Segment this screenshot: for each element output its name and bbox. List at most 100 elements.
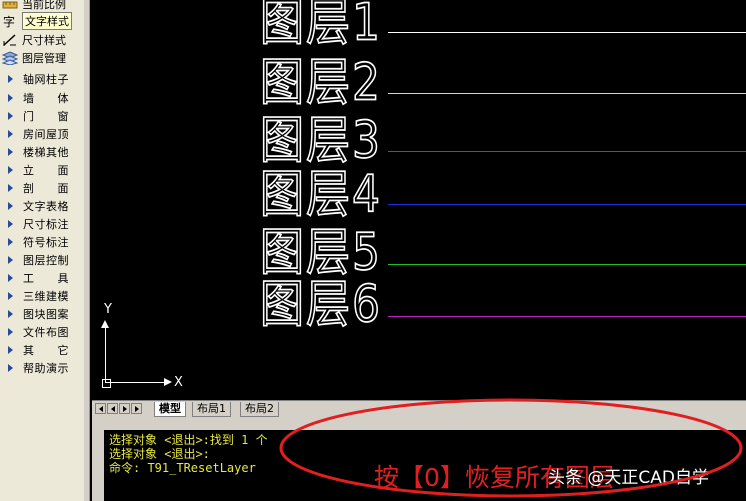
palette-item-label: 图层管理 bbox=[22, 52, 66, 65]
svg-text:字: 字 bbox=[3, 14, 15, 28]
menu-door-window[interactable]: 门 窗 bbox=[0, 107, 89, 125]
menu-room-roof[interactable]: 房间屋顶 bbox=[0, 125, 89, 143]
expand-triangle-icon bbox=[8, 75, 13, 83]
ucs-x-axis bbox=[105, 382, 165, 383]
menu-help-demo[interactable]: 帮助演示 bbox=[0, 359, 89, 377]
dimension-style-icon bbox=[2, 33, 18, 47]
menu-axis-column[interactable]: 轴网柱子 bbox=[0, 70, 89, 88]
menu-layer-control[interactable]: 图层控制 bbox=[0, 251, 89, 269]
tab-layout1[interactable]: 布局1 bbox=[192, 402, 231, 417]
menu-elevation[interactable]: 立 面 bbox=[0, 161, 89, 179]
menu-label: 三维建模 bbox=[23, 290, 69, 303]
command-history-line: 选择对象 <退出>: bbox=[109, 447, 210, 461]
menu-other[interactable]: 其 它 bbox=[0, 341, 89, 359]
menu-label: 工 具 bbox=[23, 272, 69, 285]
palette-item-dimension-style[interactable]: 尺寸样式 bbox=[0, 31, 89, 49]
tab-first-button[interactable] bbox=[95, 403, 106, 414]
menu-tools[interactable]: 工 具 bbox=[0, 269, 89, 287]
layer-line-2 bbox=[388, 93, 746, 94]
menu-label: 剖 面 bbox=[23, 182, 69, 195]
menu-text-table[interactable]: 文字表格 bbox=[0, 197, 89, 215]
expand-triangle-icon bbox=[8, 346, 13, 354]
expand-triangle-icon bbox=[8, 310, 13, 318]
menu-label: 文字表格 bbox=[23, 200, 69, 213]
layout-tab-bar: 模型 布局1 布局2 bbox=[92, 400, 746, 417]
menu-stairs-other[interactable]: 楼梯其他 bbox=[0, 143, 89, 161]
menu-3d-model[interactable]: 三维建模 bbox=[0, 287, 89, 305]
layer-line-1 bbox=[388, 32, 746, 33]
expand-triangle-icon bbox=[8, 238, 13, 246]
palette-item-label: 尺寸样式 bbox=[22, 34, 66, 47]
expand-triangle-icon bbox=[8, 274, 13, 282]
layer-text-1: 图层1 bbox=[259, 0, 382, 53]
menu-label: 其 它 bbox=[23, 344, 69, 357]
menu-dimension[interactable]: 尺寸标注 bbox=[0, 215, 89, 233]
menu-section[interactable]: 剖 面 bbox=[0, 179, 89, 197]
menu-label: 轴网柱子 bbox=[23, 73, 69, 86]
layer-text-2: 图层2 bbox=[259, 53, 382, 113]
layer-line-4 bbox=[388, 204, 746, 205]
palette-item-label: 当前比例 bbox=[22, 0, 66, 11]
menu-label: 文件布图 bbox=[23, 326, 69, 339]
layer-line-5 bbox=[388, 264, 746, 265]
expand-triangle-icon bbox=[8, 94, 13, 102]
palette-scrollbar[interactable] bbox=[84, 0, 89, 501]
menu-label: 帮助演示 bbox=[23, 362, 69, 375]
menu-label: 立 面 bbox=[23, 164, 69, 177]
expand-triangle-icon bbox=[8, 148, 13, 156]
expand-triangle-icon bbox=[8, 364, 13, 372]
menu-file-layout[interactable]: 文件布图 bbox=[0, 323, 89, 341]
tab-model[interactable]: 模型 bbox=[154, 402, 186, 417]
expand-triangle-icon bbox=[8, 184, 13, 192]
ucs-x-arrow-icon bbox=[164, 378, 172, 386]
menu-label: 图块图案 bbox=[23, 308, 69, 321]
palette-item-text-style[interactable]: 字 文字样式 bbox=[0, 12, 89, 30]
expand-triangle-icon bbox=[8, 166, 13, 174]
tab-last-button[interactable] bbox=[131, 403, 142, 414]
expand-triangle-icon bbox=[8, 292, 13, 300]
command-history-line: 选择对象 <退出>:找到 1 个 bbox=[109, 433, 268, 447]
layer-line-3 bbox=[388, 151, 746, 152]
text-style-icon: 字 bbox=[2, 14, 18, 29]
layer-text-6: 图层6 bbox=[259, 275, 382, 335]
watermark: 头条 @天正CAD自学 bbox=[548, 468, 709, 488]
layers-icon bbox=[1, 51, 19, 66]
palette-item-label: 文字样式 bbox=[22, 12, 72, 30]
expand-triangle-icon bbox=[8, 256, 13, 264]
drawing-canvas[interactable]: 图层1 图层2 图层3 图层4 图层5 图层6 Y X bbox=[92, 0, 746, 400]
command-prompt-line: 命令: T91_TResetLayer bbox=[109, 461, 256, 475]
tab-next-button[interactable] bbox=[119, 403, 130, 414]
command-area: 选择对象 <退出>:找到 1 个 选择对象 <退出>: 命令: T91_TRes… bbox=[92, 417, 746, 501]
ucs-y-arrow-icon bbox=[101, 320, 109, 328]
menu-label: 房间屋顶 bbox=[23, 128, 69, 141]
menu-wall[interactable]: 墙 体 bbox=[0, 89, 89, 107]
menu-symbol[interactable]: 符号标注 bbox=[0, 233, 89, 251]
expand-triangle-icon bbox=[8, 112, 13, 120]
arrow-last-icon bbox=[135, 406, 139, 412]
ucs-x-label: X bbox=[174, 375, 183, 390]
menu-label: 尺寸标注 bbox=[23, 218, 69, 231]
arrow-right-icon bbox=[123, 406, 127, 412]
menu-label: 图层控制 bbox=[23, 254, 69, 267]
menu-label: 门 窗 bbox=[23, 110, 69, 123]
menu-label: 楼梯其他 bbox=[23, 146, 69, 159]
expand-triangle-icon bbox=[8, 328, 13, 336]
layer-text-3: 图层3 bbox=[259, 111, 382, 171]
layer-text-5: 图层5 bbox=[259, 223, 382, 283]
scale-icon bbox=[2, 0, 18, 11]
layer-text-4: 图层4 bbox=[259, 165, 382, 225]
arrow-left-icon bbox=[111, 406, 115, 412]
menu-label: 墙 体 bbox=[23, 92, 69, 105]
ucs-origin-box-icon bbox=[102, 379, 111, 388]
tab-layout2[interactable]: 布局2 bbox=[240, 402, 279, 417]
tangent-palette: 当前比例 字 文字样式 尺寸样式 图层管理 轴网柱子 墙 体 门 窗 房间屋顶 … bbox=[0, 0, 90, 501]
tab-prev-button[interactable] bbox=[107, 403, 118, 414]
layer-line-6 bbox=[388, 316, 746, 317]
ucs-y-label: Y bbox=[104, 302, 112, 317]
arrow-first-icon bbox=[99, 406, 103, 412]
expand-triangle-icon bbox=[8, 130, 13, 138]
menu-block-pattern[interactable]: 图块图案 bbox=[0, 305, 89, 323]
palette-item-layer-manager[interactable]: 图层管理 bbox=[0, 49, 89, 67]
menu-label: 符号标注 bbox=[23, 236, 69, 249]
expand-triangle-icon bbox=[8, 220, 13, 228]
